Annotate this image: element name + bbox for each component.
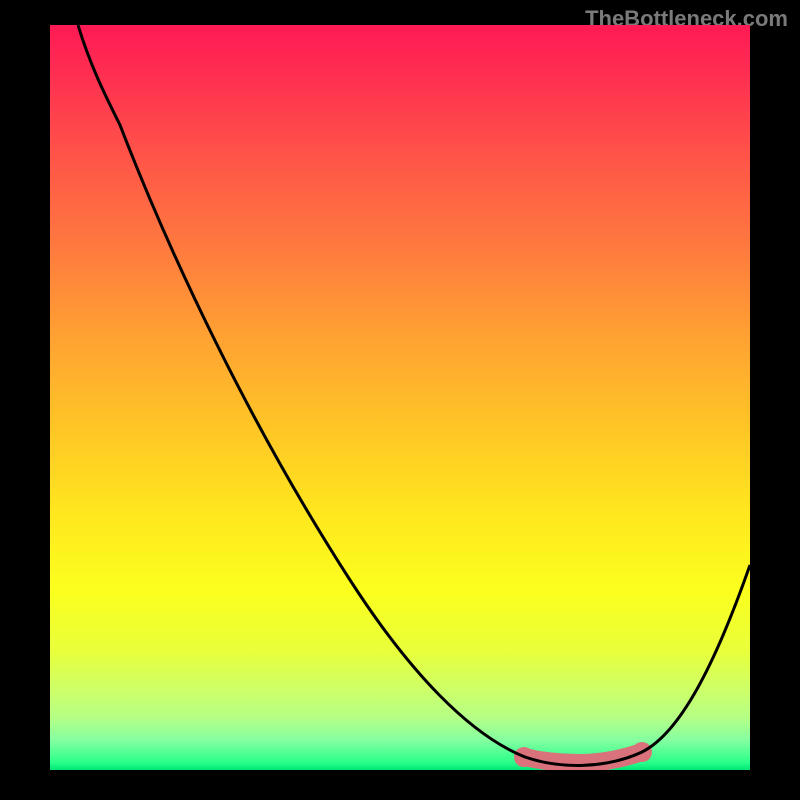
curve-svg xyxy=(50,25,750,770)
plot-area xyxy=(50,25,750,770)
bottleneck-curve-line xyxy=(78,25,750,765)
chart-container: { "watermark": "TheBottleneck.com", "col… xyxy=(0,0,800,800)
